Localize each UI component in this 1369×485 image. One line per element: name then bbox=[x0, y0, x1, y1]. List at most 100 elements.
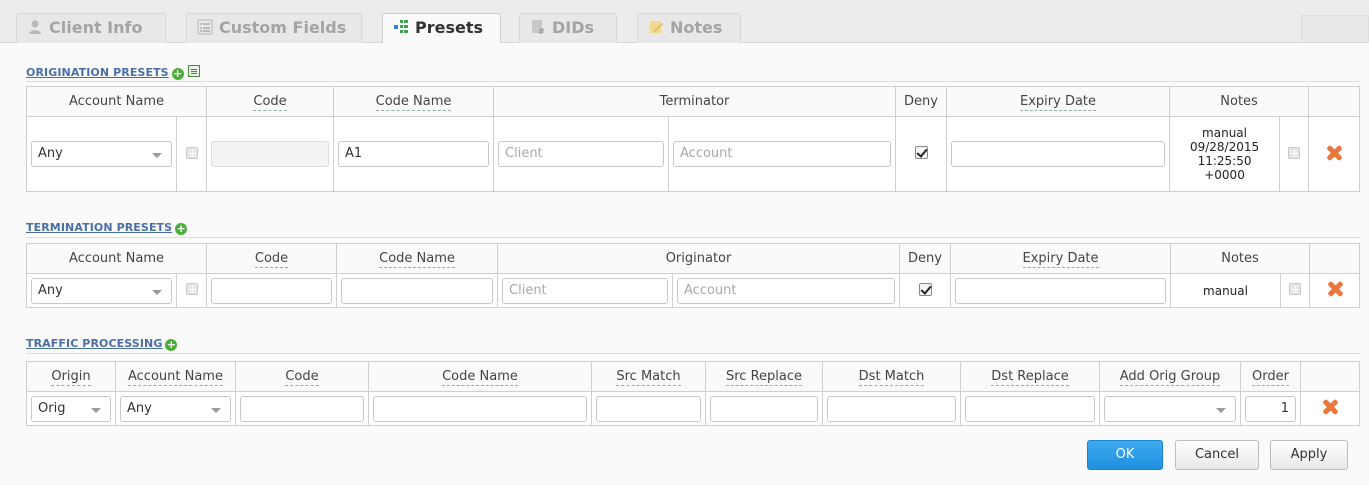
terminator-client-input[interactable]: Client bbox=[498, 141, 665, 167]
chevron-down-icon bbox=[91, 407, 101, 413]
dids-icon: # bbox=[532, 20, 545, 35]
user-icon bbox=[29, 20, 41, 34]
deny-cell bbox=[895, 116, 948, 192]
add-icon[interactable]: + bbox=[171, 68, 184, 80]
src-replace-cell bbox=[705, 391, 823, 426]
add-small-icon[interactable] bbox=[185, 146, 198, 159]
chevron-down-icon bbox=[152, 153, 162, 158]
code-cell bbox=[235, 391, 369, 426]
traffic-processing-table: Origin Account Name Code Code Name Src M… bbox=[26, 361, 1360, 426]
list-icon bbox=[197, 19, 213, 35]
account-select[interactable]: Any bbox=[31, 141, 172, 167]
section-title-text[interactable]: ORIGINATION PRESETS bbox=[26, 66, 169, 79]
dst-match-input[interactable] bbox=[827, 395, 956, 422]
divider bbox=[26, 237, 1360, 238]
section-title-text[interactable]: TERMINATION PRESETS bbox=[26, 221, 172, 234]
delete-cell bbox=[1308, 116, 1361, 192]
code-cell bbox=[206, 116, 335, 192]
section-title-text[interactable]: TRAFFIC PROCESSING bbox=[26, 337, 162, 350]
add-orig-group-select[interactable] bbox=[1104, 395, 1236, 422]
expiry-date-input[interactable] bbox=[955, 277, 1167, 304]
src-replace-input[interactable] bbox=[710, 395, 818, 422]
header-code-name: Code Name bbox=[333, 86, 495, 117]
account-cell: Any bbox=[115, 391, 236, 426]
header-dst-replace: Dst Replace bbox=[960, 361, 1100, 392]
add-icon[interactable]: + bbox=[165, 339, 178, 351]
header-code: Code bbox=[206, 86, 335, 117]
add-account-cell bbox=[175, 116, 208, 192]
tab-label: Notes bbox=[670, 18, 723, 37]
header-add-orig-group: Add Orig Group bbox=[1099, 361, 1241, 392]
header-account-name: Account Name bbox=[115, 361, 236, 392]
dst-replace-input[interactable] bbox=[965, 395, 1095, 422]
tab-label: Presets bbox=[415, 18, 484, 37]
originator-account-cell: Account bbox=[672, 273, 901, 308]
add-small-icon[interactable] bbox=[1288, 146, 1301, 159]
table-row: Any A1 Client Account manual 09/28/2015 … bbox=[26, 116, 1361, 192]
export-icon[interactable] bbox=[187, 65, 200, 77]
originator-account-input[interactable]: Account bbox=[677, 277, 896, 304]
table-header-row: Origin Account Name Code Code Name Src M… bbox=[26, 361, 1360, 392]
dst-replace-cell bbox=[960, 391, 1100, 426]
src-match-input[interactable] bbox=[596, 395, 701, 422]
account-cell: Any bbox=[26, 116, 177, 192]
edit-notes-cell bbox=[1280, 273, 1311, 308]
header-code-name: Code Name bbox=[336, 243, 499, 274]
header-deny: Deny bbox=[895, 86, 948, 117]
header-src-replace: Src Replace bbox=[705, 361, 823, 392]
cancel-button[interactable]: Cancel bbox=[1175, 440, 1259, 470]
add-orig-group-cell bbox=[1099, 391, 1241, 426]
originator-client-cell: Client bbox=[497, 273, 674, 308]
account-select[interactable]: Any bbox=[120, 395, 231, 422]
origin-select[interactable]: Orig bbox=[31, 395, 111, 422]
divider bbox=[26, 81, 1360, 82]
header-origin: Origin bbox=[26, 361, 116, 392]
chevron-down-icon bbox=[1216, 407, 1226, 413]
src-match-cell bbox=[591, 391, 706, 426]
delete-icon[interactable] bbox=[1321, 398, 1339, 416]
order-input[interactable]: 1 bbox=[1245, 395, 1296, 422]
edit-notes-cell bbox=[1279, 116, 1310, 192]
delete-cell bbox=[1300, 391, 1360, 426]
tab-client-info[interactable]: Client Info bbox=[16, 13, 166, 43]
tab-bar: Client Info Custom Fields Presets # DIDs … bbox=[0, 0, 1369, 44]
tab-notes[interactable]: Notes bbox=[637, 13, 741, 43]
code-name-cell: A1 bbox=[333, 116, 495, 192]
notes-cell: manual bbox=[1170, 273, 1282, 308]
table-header-row: Account Name Code Code Name Terminator D… bbox=[25, 86, 1361, 117]
tab-label: Client Info bbox=[49, 18, 143, 37]
terminator-client-cell: Client bbox=[493, 116, 670, 192]
add-small-icon[interactable] bbox=[1289, 283, 1302, 295]
delete-icon[interactable] bbox=[1326, 280, 1344, 298]
tab-presets[interactable]: Presets bbox=[382, 13, 501, 44]
code-name-input[interactable]: A1 bbox=[338, 141, 490, 167]
expiry-date-input[interactable] bbox=[951, 141, 1166, 167]
tab-dids[interactable]: # DIDs bbox=[519, 13, 617, 43]
header-code: Code bbox=[235, 361, 369, 392]
header-dst-match: Dst Match bbox=[822, 361, 961, 392]
apply-button[interactable]: Apply bbox=[1270, 440, 1348, 470]
add-small-icon[interactable] bbox=[185, 283, 198, 295]
deny-checkbox[interactable] bbox=[914, 146, 928, 159]
code-name-input[interactable] bbox=[341, 277, 494, 304]
deny-checkbox[interactable] bbox=[918, 282, 932, 296]
expiry-date-cell bbox=[946, 116, 1171, 192]
code-input[interactable] bbox=[240, 395, 364, 422]
table-row: Orig Any 1 bbox=[26, 391, 1360, 426]
ok-button[interactable]: OK bbox=[1087, 440, 1163, 470]
code-input[interactable] bbox=[211, 141, 330, 167]
divider bbox=[26, 353, 1360, 354]
tab-custom-fields[interactable]: Custom Fields bbox=[186, 13, 362, 43]
code-input[interactable] bbox=[211, 277, 333, 304]
presets-icon bbox=[394, 20, 408, 33]
code-cell bbox=[206, 273, 338, 308]
originator-client-input[interactable]: Client bbox=[502, 277, 669, 304]
delete-icon[interactable] bbox=[1325, 144, 1343, 162]
code-name-input[interactable] bbox=[373, 395, 587, 422]
account-select[interactable]: Any bbox=[31, 277, 172, 304]
origin-cell: Orig bbox=[26, 391, 116, 426]
terminator-account-cell: Account bbox=[668, 116, 897, 192]
header-actions bbox=[1300, 361, 1360, 392]
terminator-account-input[interactable]: Account bbox=[673, 141, 892, 167]
add-icon[interactable]: + bbox=[175, 223, 188, 235]
